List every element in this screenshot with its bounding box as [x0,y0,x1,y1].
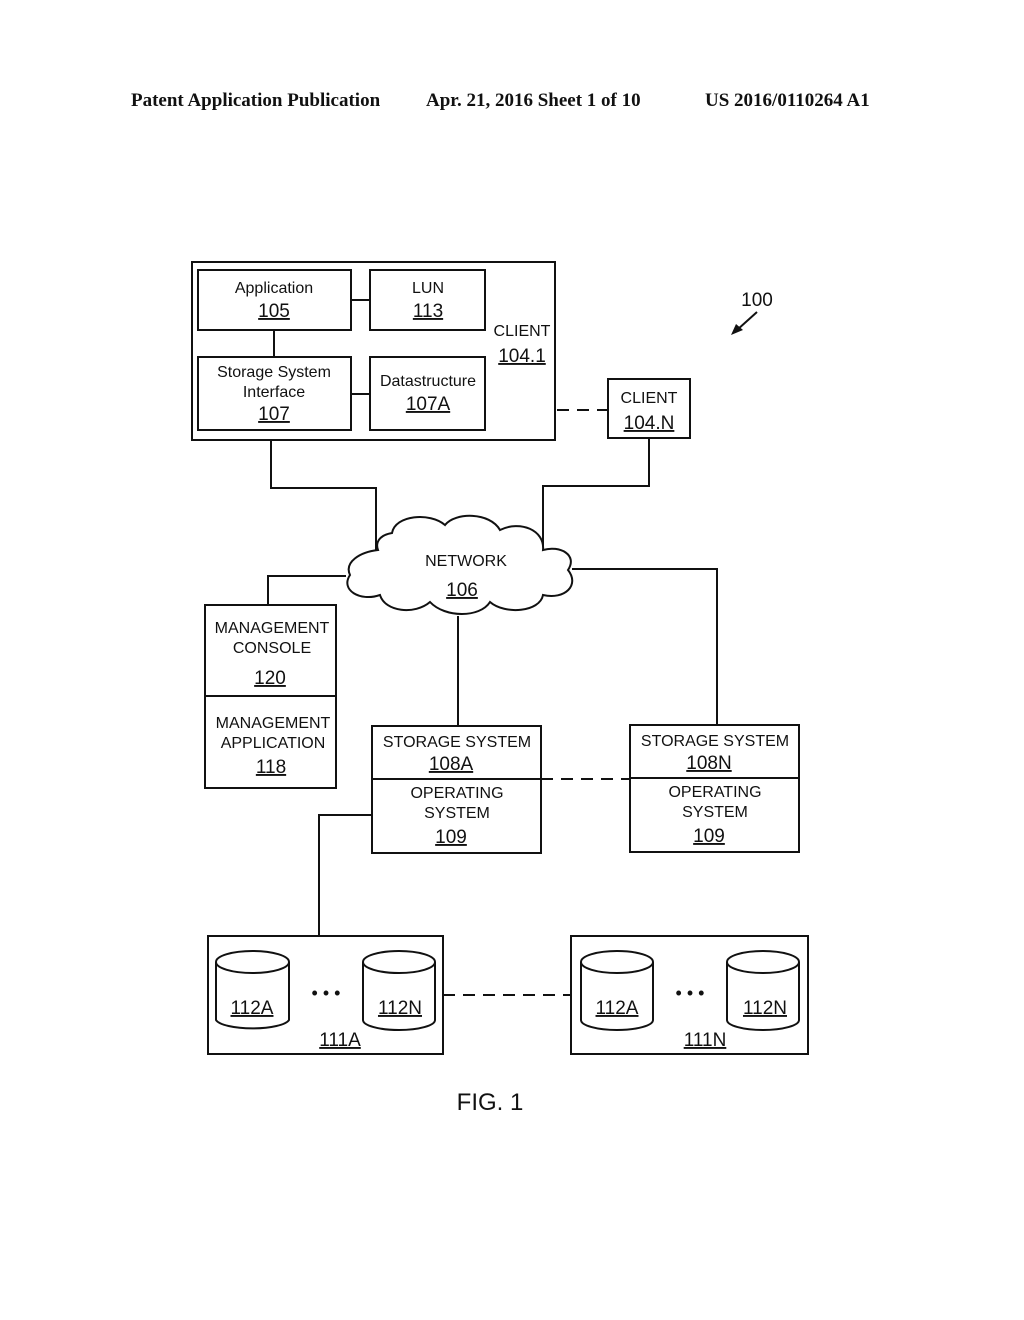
datastructure-num: 107A [406,394,451,415]
application-num: 105 [258,301,290,322]
client-104-n: CLIENT 104.N [607,378,691,439]
clientN-network-link [542,438,650,550]
storageA-os-num: 109 [435,827,467,848]
clientN-num: 104.N [624,413,675,434]
ssi-num: 107 [258,404,290,425]
management-console-box: MANAGEMENT CONSOLE 120 [204,604,337,697]
management-application-box: MANAGEMENT APPLICATION 118 [204,695,337,789]
mgmtapp-label1: MANAGEMENT [216,715,331,732]
arrayA-ellipsis: • • • [312,983,341,1003]
datastructure-box: Datastructure 107A [369,356,486,431]
network-storageN-link [572,568,718,724]
console-num: 120 [254,668,286,689]
arrayA-disk1: 112A [231,998,274,1019]
storage-system-108n: STORAGE SYSTEM 108N OPERATING SYSTEM 109 [629,724,800,853]
ssi-label2: Interface [243,384,305,401]
network-num: 106 [446,580,478,601]
lun-label: LUN [412,280,444,297]
disk-array-111n: 112A • • • 112N 111N [570,935,809,1055]
storageA-os1: OPERATING [410,785,503,802]
client1-num: 104.1 [498,346,546,367]
datastructure-label: Datastructure [380,373,476,390]
network-label: NETWORK [425,553,507,570]
client1-label: CLIENT [494,323,551,340]
storageA-os2: SYSTEM [424,805,490,822]
arrayA-disk2: 112N [378,998,422,1019]
disk-array-111a: 112A • • • 112N 111A [207,935,444,1055]
network-cloud: NETWORK 106 [346,514,574,615]
clientN-label: CLIENT [621,390,678,407]
storageN-label: STORAGE SYSTEM [641,733,789,750]
storage-system-108a: STORAGE SYSTEM 108A OPERATING SYSTEM 109 [371,725,542,854]
arrayA-num: 111A [319,1030,361,1051]
arrayN-disk2: 112N [743,998,787,1019]
client1-network-link [270,440,377,550]
console-label2: CONSOLE [233,640,311,657]
mgmtapp-num: 118 [256,757,286,778]
storage-system-interface-box: Storage System Interface 107 [197,356,352,431]
system-diagram: CLIENT 104.1 Application 105 LUN 113 Sto… [191,261,809,1116]
lun-num: 113 [413,301,443,322]
mgmtapp-label2: APPLICATION [221,735,326,752]
figure-ref: 100 [741,290,773,311]
application-label: Application [235,280,313,297]
application-box: Application 105 [197,269,352,331]
ssi-label1: Storage System [217,364,331,381]
console-label1: MANAGEMENT [215,620,330,637]
figure-caption: FIG. 1 [457,1089,524,1116]
storageN-os2: SYSTEM [682,804,748,821]
storageA-num: 108A [429,754,474,775]
arrayN-disk1: 112A [596,998,639,1019]
lun-box: LUN 113 [369,269,486,331]
storageN-os-num: 109 [693,826,725,847]
storageA-label: STORAGE SYSTEM [383,734,531,751]
ref-arrow-icon [731,311,758,335]
arrayN-ellipsis: • • • [676,983,705,1003]
network-console-link [267,575,346,605]
storageN-os1: OPERATING [668,784,761,801]
storageN-num: 108N [686,753,731,774]
arrayN-num: 111N [684,1030,727,1051]
storageA-array-link [318,814,372,936]
